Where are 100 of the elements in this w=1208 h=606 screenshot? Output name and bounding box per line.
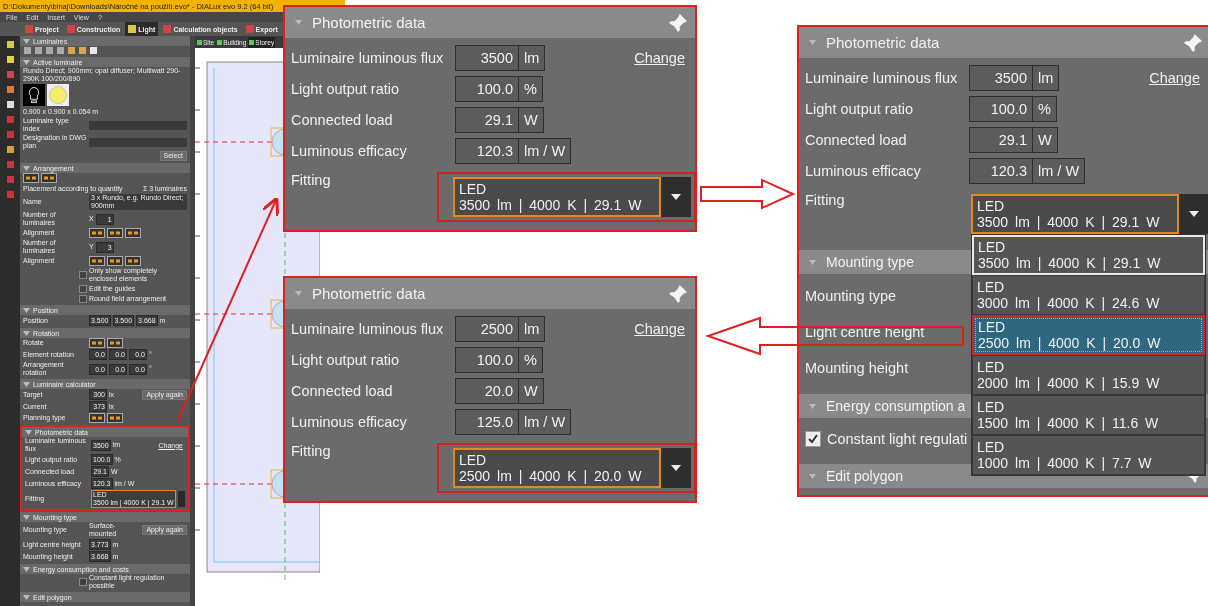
number-field[interactable]: 100.0 [455,346,519,373]
collapse-triangle-icon[interactable] [23,330,30,336]
unit-label: lm / W [519,408,572,435]
alignment-icon[interactable] [41,173,57,183]
checkbox[interactable] [79,271,87,279]
dropdown-button[interactable] [1179,194,1208,234]
alignment-icon[interactable] [23,173,39,183]
field-label: Luminous efficacy [805,162,922,179]
tab-icon [163,25,172,33]
number-field[interactable]: 100.0 [455,75,519,102]
alignment-icon[interactable] [107,338,123,348]
alignment-icon[interactable] [89,338,105,348]
checkbox[interactable] [805,431,821,447]
change-link[interactable]: Change [1149,69,1200,86]
dropdown-option[interactable]: LED 1500 lm | 4000 K | 11.6 W [972,395,1205,435]
unit-label: lm / W [1033,157,1086,184]
number-field[interactable]: 20.0 [455,377,519,404]
tab-icon [128,25,137,33]
alignment-icon[interactable] [125,228,141,238]
unit-label: lm [519,44,546,71]
dropdown-button[interactable] [661,448,691,488]
collapse-triangle-icon[interactable] [23,307,30,313]
dropdown-option[interactable]: LED 3000 lm | 4000 K | 24.6 W [972,275,1205,315]
field-label: Mounting type [805,288,898,304]
cube-icon [197,39,202,45]
field-label: Connected load [291,382,394,399]
collapse-triangle-icon[interactable] [295,291,302,296]
number-field[interactable]: 3500 [969,64,1033,91]
collapse-triangle-icon[interactable] [25,429,32,435]
number-field[interactable]: 2500 [455,315,519,342]
collapse-triangle-icon[interactable] [23,566,30,572]
cube-icon [217,39,223,45]
caret-icon [671,194,681,200]
field-label: Luminaire luminous flux [805,69,959,86]
number-field[interactable]: 125.0 [455,408,519,435]
checkbox[interactable] [79,578,87,586]
tab-icon [245,25,254,33]
collapse-triangle-icon[interactable] [23,381,30,387]
alignment-icon[interactable] [125,256,141,266]
checkbox[interactable] [79,294,87,303]
collapse-triangle-icon[interactable] [809,473,816,479]
unit-label: % [1033,95,1057,122]
field-label: Connected load [805,131,908,148]
dropdown-option[interactable]: LED 2500 lm | 4000 K | 20.0 W [972,315,1205,355]
alignment-icon[interactable] [107,256,123,266]
number-field[interactable]: 120.3 [455,137,519,164]
alignment-icon[interactable] [107,228,123,238]
unit-label: W [519,106,544,133]
tab-icon [66,25,75,33]
unit-label: lm / W [519,137,572,164]
field-label: Connected load [291,111,394,128]
collapse-triangle-icon[interactable] [809,259,816,265]
dropdown-option[interactable]: LED 1000 lm | 4000 K | 7.7 W [972,435,1205,475]
collapse-triangle-icon[interactable] [23,38,30,44]
number-field[interactable]: 29.1 [455,106,519,133]
field-label: Luminaire luminous flux [291,320,445,337]
dropdown-button[interactable] [661,177,691,217]
checkbox[interactable] [79,284,87,293]
text-field[interactable] [89,120,187,130]
scrollbar[interactable] [190,36,195,606]
field-label: Luminous efficacy [291,142,408,159]
collapse-triangle-icon[interactable] [295,20,302,25]
bulb-icon [23,84,45,106]
unit-label: % [519,75,543,102]
number-field[interactable]: 120.3 [969,157,1033,184]
change-link[interactable]: Change [634,49,685,66]
alignment-icon[interactable] [89,413,105,423]
collapse-triangle-icon[interactable] [809,40,816,45]
fitting-dropdown[interactable]: LED 3500 lm | 4000 K | 29.1 W [453,177,661,217]
collapse-triangle-icon[interactable] [23,514,30,520]
field-label: Light output ratio [805,100,915,117]
field-label: Luminous efficacy [291,413,408,430]
unit-label: % [519,346,543,373]
dropdown-option[interactable]: LED 3500 lm | 4000 K | 29.1 W [972,235,1205,275]
field-label: Light output ratio [291,80,401,97]
collapse-triangle-icon[interactable] [23,594,30,600]
unit-label: lm [1033,64,1060,91]
number-field[interactable]: 3500 [455,44,519,71]
alignment-icon[interactable] [89,256,105,266]
tab-icon [25,25,33,33]
number-field[interactable]: 29.1 [969,126,1033,153]
change-link[interactable]: Change [634,320,685,337]
field-label: Fitting [291,443,332,459]
caret-icon [671,465,681,471]
field-label: Mounting height [805,360,910,376]
fitting-dropdown[interactable]: LED 3500 lm | 4000 K | 29.1 W [971,194,1179,234]
dropdown-option[interactable]: LED 2000 lm | 4000 K | 15.9 W [972,355,1205,395]
field-label: Light output ratio [291,351,401,368]
alignment-icon[interactable] [107,413,123,423]
collapse-triangle-icon[interactable] [23,165,30,171]
caret-icon [1189,211,1199,217]
fitting-dropdown[interactable]: LED 2500 lm | 4000 K | 20.0 W [453,448,661,488]
text-field[interactable] [89,137,187,147]
collapse-triangle-icon[interactable] [809,403,816,409]
alignment-icon[interactable] [89,228,105,238]
field-label: Fitting [291,172,332,188]
unit-label: W [1033,126,1058,153]
collapse-triangle-icon[interactable] [23,59,30,65]
cube-icon [249,39,255,45]
number-field[interactable]: 100.0 [969,95,1033,122]
